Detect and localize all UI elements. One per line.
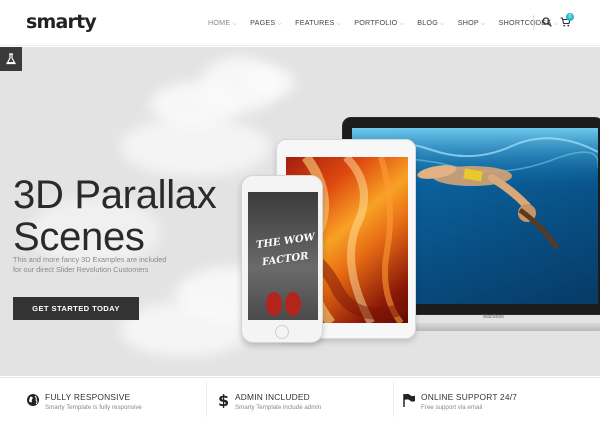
feature-divider [206,381,207,417]
nav-item-home[interactable]: HOME ⌵ [208,18,237,28]
feature-description: Smarty Template include admin [235,404,322,411]
nav-item-shop[interactable]: SHOP ⌵ [458,18,486,28]
nav-label: HOME [208,18,231,27]
laptop-brand-label: MacBook [483,314,504,320]
cart-count-badge: 0 [566,13,574,21]
nav-item-blog[interactable]: BLOG ⌵ [417,18,445,28]
hero-slider: 3D Parallax Scenes This and more fancy 3… [0,47,600,376]
dollar-icon: $ [218,392,229,408]
site-logo[interactable]: smarty [26,11,97,33]
search-icon[interactable] [542,17,552,27]
sneakers-image [266,292,301,316]
get-started-button[interactable]: GET STARTED TODAY [13,297,139,320]
feature-admin: $ ADMIN INCLUDED Smarty Template include… [216,378,386,430]
feature-description: Smarty Template is fully responsive [45,404,142,411]
hero-title-line: 3D Parallax [13,173,217,217]
phone-screen-image: THE WOW FACTOR [248,192,318,320]
nav-label: SHOP [457,18,479,27]
chevron-down-icon: ⌵ [553,21,559,27]
nav-divider [533,15,534,30]
chevron-down-icon: ⌵ [399,21,405,27]
phone-home-button [275,325,289,339]
svg-text:$: $ [218,392,229,408]
feature-responsive: FULLY RESPONSIVE Smarty Template is full… [26,378,196,430]
feature-divider [393,381,394,417]
chevron-down-icon: ⌵ [480,21,486,27]
hero-title: 3D Parallax Scenes [13,173,217,259]
features-strip: FULLY RESPONSIVE Smarty Template is full… [0,377,600,430]
cloud-shape [120,302,250,357]
nav-label: BLOG [417,18,438,27]
hero-subtitle-line: This and more fancy 3D Examples are incl… [13,255,167,264]
flask-icon [5,53,17,65]
feature-title: ONLINE SUPPORT 24/7 [421,392,518,402]
chevron-down-icon: ⌵ [336,21,342,27]
hero-subtitle: This and more fancy 3D Examples are incl… [13,255,183,275]
cloud-shape [245,67,295,97]
chevron-down-icon: ⌵ [440,21,445,27]
main-nav: HOME ⌵ PAGES ⌵ FEATURES ⌵ PORTFOLIO ⌵ BLOG ⌵ … [208,18,571,28]
hero-title-line: Scenes [13,215,145,259]
nav-label: PORTFOLIO [354,18,398,27]
chevron-down-icon: ⌵ [232,21,238,27]
feature-description: Free support via email [421,404,483,411]
flag-icon [403,393,415,407]
nav-item-features[interactable]: FEATURES ⌵ [295,18,341,28]
nav-label: PAGES [250,18,276,27]
globe-icon [27,394,39,406]
hero-subtitle-line: for our direct Slider Revolution Custome… [13,265,149,274]
side-tab[interactable] [0,47,22,71]
nav-label: FEATURES [295,18,335,27]
phone-mockup: THE WOW FACTOR [241,175,323,343]
feature-title: ADMIN INCLUDED [235,392,310,402]
nav-item-pages[interactable]: PAGES ⌵ [250,18,282,28]
cloud-shape [120,117,270,177]
feature-support: ONLINE SUPPORT 24/7 Free support via ema… [402,378,572,430]
site-header: smarty HOME ⌵ PAGES ⌵ FEATURES ⌵ PORTFOLIO ⌵… [0,0,600,46]
chevron-down-icon: ⌵ [277,21,283,27]
nav-item-portfolio[interactable]: PORTFOLIO ⌵ [354,18,404,28]
feature-title: FULLY RESPONSIVE [45,392,131,402]
